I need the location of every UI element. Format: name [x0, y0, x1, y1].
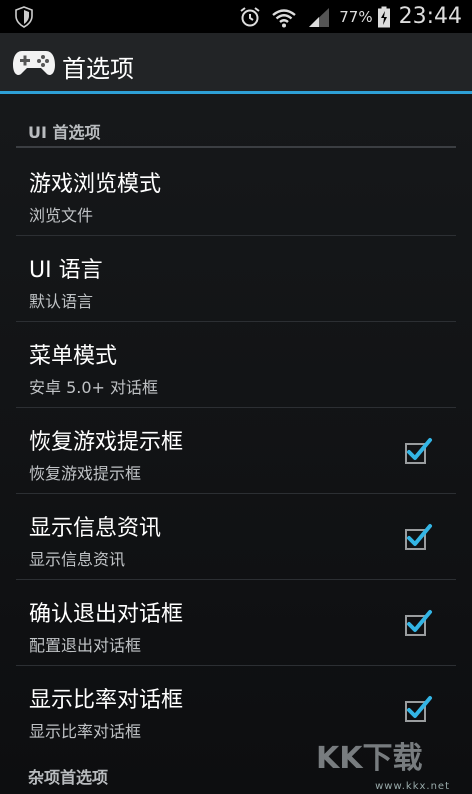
pref-show-info[interactable]: 显示信息资讯 显示信息资讯	[16, 494, 456, 580]
pref-title: 显示信息资讯	[29, 516, 162, 541]
checkbox-checked[interactable]	[404, 608, 434, 638]
pref-game-browse-mode[interactable]: 游戏浏览模式 浏览文件	[16, 150, 456, 236]
pref-title: 菜单模式	[29, 344, 118, 369]
status-bar: 77% 23:44	[0, 0, 472, 33]
status-right: 77% 23:44	[239, 0, 462, 33]
pref-summary: 安卓 5.0+ 对话框	[29, 378, 159, 397]
battery-charging-icon	[377, 6, 390, 27]
battery-percent: 77%	[339, 7, 373, 26]
pref-summary: 默认语言	[29, 292, 94, 311]
pref-title: UI 语言	[29, 258, 103, 283]
pref-confirm-exit[interactable]: 确认退出对话框 配置退出对话框	[16, 580, 456, 666]
section-header-ui: UI 首选项	[28, 123, 101, 142]
pref-summary: 恢复游戏提示框	[29, 464, 142, 483]
pref-menu-mode[interactable]: 菜单模式 安卓 5.0+ 对话框	[16, 322, 456, 408]
pref-summary: 显示比率对话框	[29, 722, 142, 741]
pref-ui-language[interactable]: UI 语言 默认语言	[16, 236, 456, 322]
checkbox-checked[interactable]	[404, 694, 434, 724]
watermark-logo-text: KK下载	[316, 741, 423, 776]
gamepad-icon[interactable]	[12, 47, 56, 79]
pref-title: 显示比率对话框	[29, 688, 184, 713]
signal-icon	[309, 7, 330, 27]
watermark-logo: KK下载	[316, 741, 423, 776]
section-divider	[16, 146, 456, 148]
shield-icon	[15, 6, 33, 28]
checkbox-checked[interactable]	[404, 436, 434, 466]
wifi-icon	[272, 8, 297, 27]
checkbox-checked[interactable]	[404, 522, 434, 552]
action-bar: 首选项	[0, 33, 472, 94]
clock: 23:44	[398, 4, 462, 29]
pref-summary: 显示信息资讯	[29, 550, 126, 569]
section-header-misc: 杂项首选项	[28, 768, 109, 787]
pref-title: 恢复游戏提示框	[29, 430, 184, 455]
page-title: 首选项	[62, 55, 134, 83]
pref-summary: 浏览文件	[29, 206, 94, 225]
preference-list[interactable]: UI 首选项 游戏浏览模式 浏览文件 UI 语言 默认语言 菜单模式 安卓 5.…	[0, 94, 472, 794]
pref-title: 确认退出对话框	[29, 602, 184, 627]
watermark-url: www.kkx.net	[375, 781, 450, 792]
pref-title: 游戏浏览模式	[29, 172, 162, 197]
pref-resume-game-prompt[interactable]: 恢复游戏提示框 恢复游戏提示框	[16, 408, 456, 494]
alarm-icon	[240, 6, 260, 26]
pref-summary: 配置退出对话框	[29, 636, 142, 655]
